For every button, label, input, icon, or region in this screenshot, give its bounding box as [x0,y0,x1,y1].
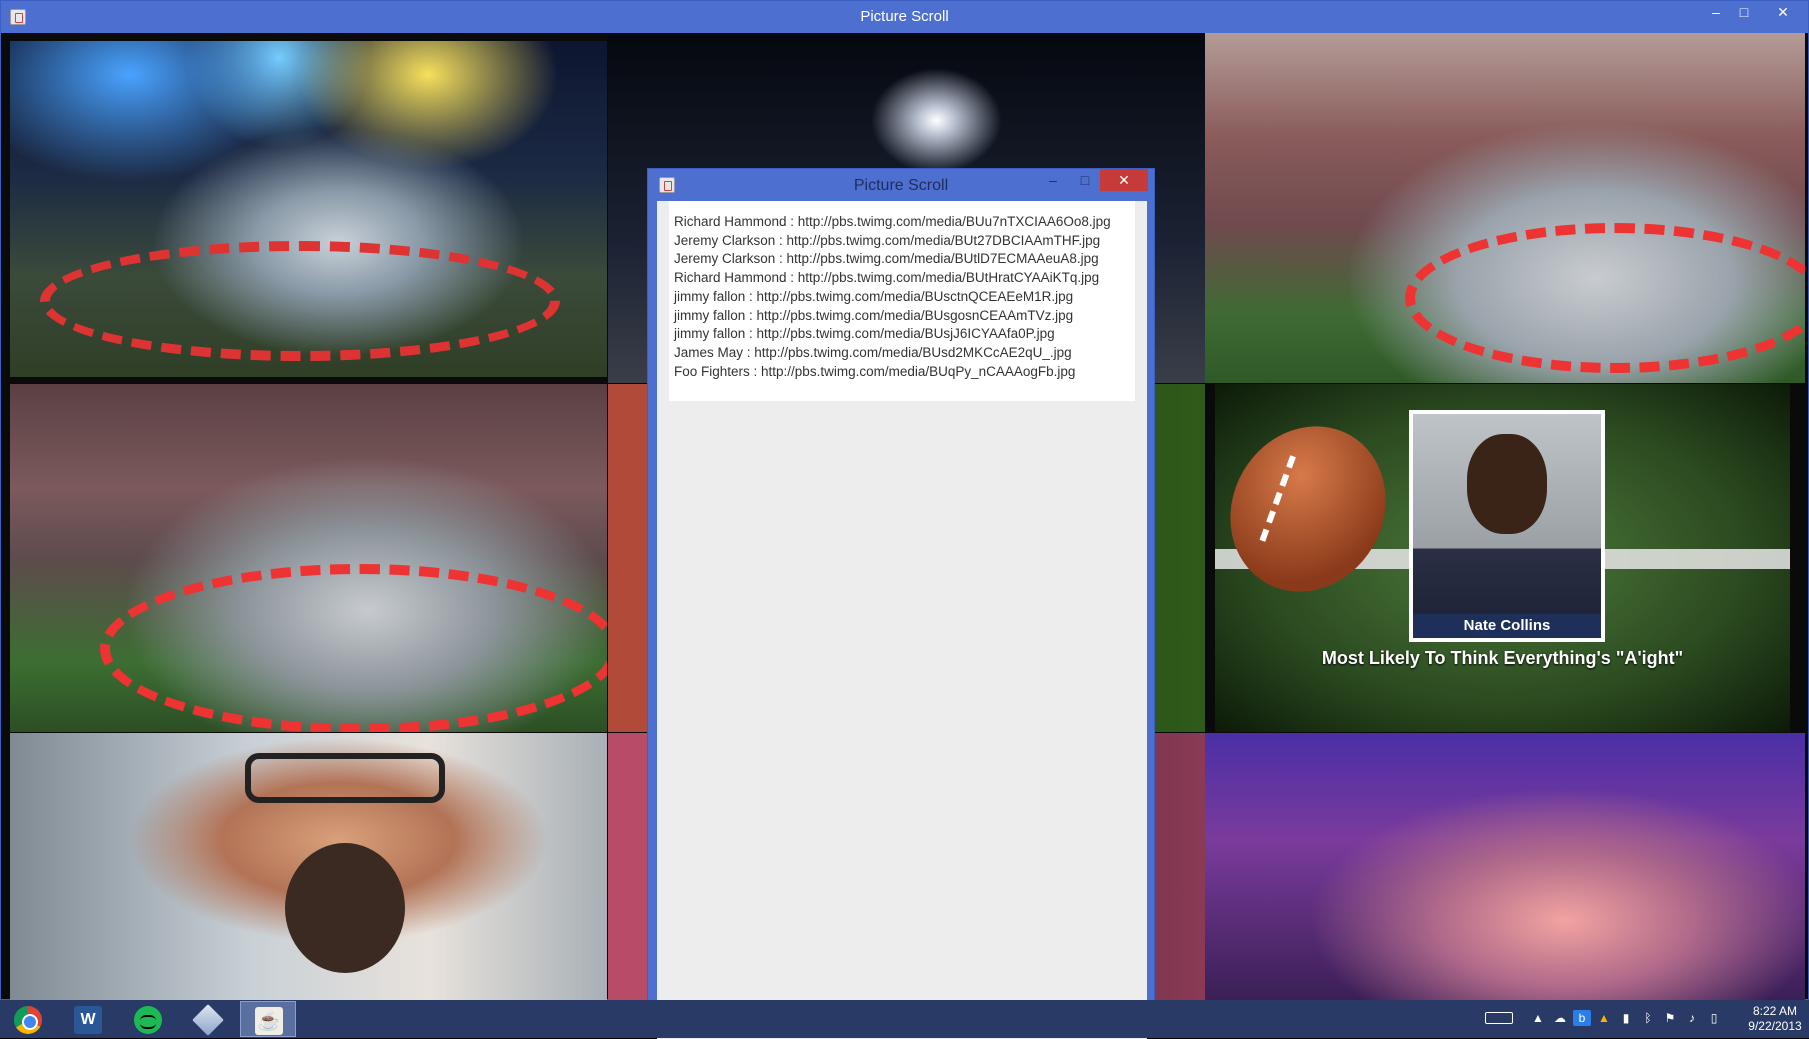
virtualbox-icon [192,1004,224,1036]
maximize-button[interactable]: □ [1732,1,1756,25]
photo-tile-concert [1205,733,1805,1001]
photo-tile-selfie [10,733,607,1001]
box-icon[interactable]: b [1573,1010,1591,1026]
volume-icon[interactable]: ♪ [1683,1010,1701,1026]
url-line: jimmy fallon : http://pbs.twimg.com/medi… [674,326,1055,342]
photo-tile-stadium-track [1205,33,1805,383]
url-line: Richard Hammond : http://pbs.twimg.com/m… [674,270,1100,286]
player-face [1467,434,1547,534]
photo-tile-stadium-truck [10,384,607,732]
dialog-maximize-button[interactable]: □ [1071,169,1099,193]
show-hidden-icon[interactable]: ▲ [1529,1010,1547,1026]
taskbar: W ☕ ▲ ☁ b ▲ ▮ ᛒ ⚑ ♪ ▯ 8:22 AM 9/22/2013 [0,1000,1809,1038]
chrome-icon [14,1006,42,1034]
dialog-close-button[interactable]: ✕ [1100,169,1148,191]
taskbar-virtualbox[interactable] [180,1001,236,1037]
flag-icon[interactable]: ⚑ [1661,1010,1679,1026]
java-icon: ☕ [255,1007,283,1035]
drive-icon[interactable]: ▲ [1595,1010,1613,1026]
dialog-content: Richard Hammond : http://pbs.twimg.com/m… [657,201,1147,1039]
url-line: jimmy fallon : http://pbs.twimg.com/medi… [674,288,1074,304]
clock[interactable]: 8:22 AM 9/22/2013 [1745,1004,1805,1034]
clock-date: 9/22/2013 [1748,1019,1802,1033]
url-line: Foo Fighters : http://pbs.twimg.com/medi… [674,363,1076,379]
player-portrait: Nate Collins [1409,410,1605,642]
minimize-button[interactable]: – [1704,1,1728,25]
player-name: Nate Collins [1413,614,1601,638]
close-button[interactable]: ✕ [1761,1,1805,25]
bluetooth-icon[interactable]: ᛒ [1639,1010,1657,1026]
photo-tile-nate-collins: Nate Collins Most Likely To Think Everyt… [1215,384,1790,732]
url-line: jimmy fallon : http://pbs.twimg.com/medi… [674,307,1074,323]
photo-tile-arena-lights [10,41,607,377]
taskbar-word[interactable]: W [60,1001,116,1037]
glasses [245,753,445,803]
track-barrier [40,241,560,361]
taskbar-chrome[interactable] [0,1001,56,1037]
spotify-icon [134,1006,162,1034]
window-title: Picture Scroll [860,8,949,25]
keyboard-icon[interactable] [1485,1012,1513,1024]
main-titlebar[interactable]: Picture Scroll – □ ✕ [1,1,1808,33]
url-text-area[interactable]: Richard Hammond : http://pbs.twimg.com/m… [669,201,1135,401]
track-barrier [1405,223,1805,373]
player-caption: Most Likely To Think Everything's "A'igh… [1321,648,1684,668]
url-line: Jeremy Clarkson : http://pbs.twimg.com/m… [674,251,1099,267]
url-line: James May : http://pbs.twimg.com/media/B… [674,344,1072,360]
onedrive-icon[interactable]: ☁ [1551,1010,1569,1026]
dialog-minimize-button[interactable]: – [1039,169,1067,193]
beard [285,843,405,973]
url-line: Richard Hammond : http://pbs.twimg.com/m… [674,214,1111,229]
picture-scroll-dialog: Picture Scroll – □ ✕ Richard Hammond : h… [647,168,1155,1039]
power-icon[interactable]: ▯ [1705,1010,1723,1026]
word-icon: W [74,1006,102,1034]
track-barrier [100,564,607,732]
taskbar-java[interactable]: ☕ [240,1001,296,1037]
football-graphic [1215,397,1416,621]
url-line: Jeremy Clarkson : http://pbs.twimg.com/m… [674,232,1101,248]
taskbar-spotify[interactable] [120,1001,176,1037]
clock-time: 8:22 AM [1752,1004,1798,1018]
signal-icon[interactable]: ▮ [1617,1010,1635,1026]
